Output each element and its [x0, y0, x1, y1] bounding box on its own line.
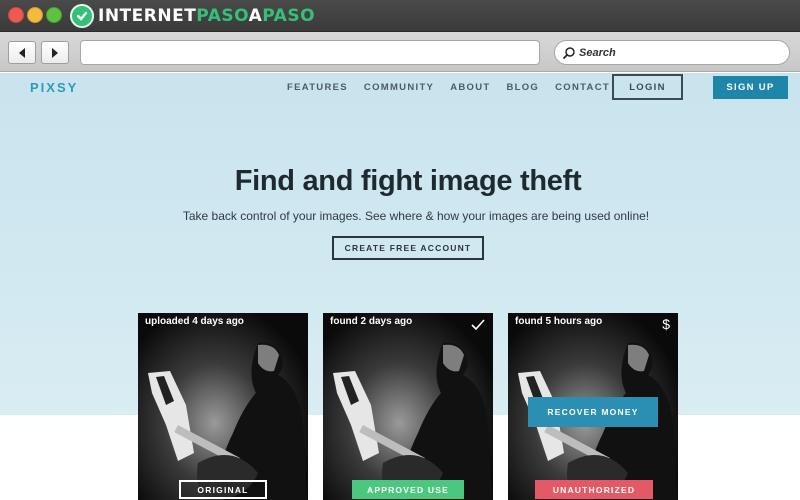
- guitarist-photo: [323, 313, 493, 500]
- card-caption: found 2 days ago: [330, 316, 413, 327]
- card-caption: uploaded 4 days ago: [145, 316, 244, 327]
- login-button[interactable]: LOGIN: [612, 74, 683, 100]
- approved-use-tag: APPROVED USE: [352, 480, 464, 499]
- nav-community[interactable]: COMMUNITY: [364, 82, 434, 93]
- hero-subtitle: Take back control of your images. See wh…: [182, 209, 650, 223]
- main-nav: FEATURES COMMUNITY ABOUT BLOG CONTACT: [287, 82, 626, 93]
- close-window-button[interactable]: [8, 7, 24, 23]
- checkmark-icon: [471, 319, 485, 331]
- image-card-original[interactable]: uploaded 4 days ago ORIGINAL: [138, 313, 308, 500]
- nav-features[interactable]: FEATURES: [287, 82, 348, 93]
- window-titlebar: INTERNETPASOAPASO: [0, 0, 800, 32]
- back-button[interactable]: [8, 41, 36, 64]
- unauthorized-tag: UNAUTHORIZED: [535, 480, 653, 499]
- recover-money-button[interactable]: RECOVER MONEY: [528, 397, 658, 427]
- brand-part-internet: INTERNET: [98, 6, 197, 26]
- address-bar[interactable]: [80, 40, 540, 65]
- card-caption: found 5 hours ago: [515, 316, 603, 327]
- nav-contact[interactable]: CONTACT: [555, 82, 610, 93]
- signup-button[interactable]: SIGN UP: [713, 76, 788, 99]
- brand-part-paso: PASO: [196, 6, 249, 26]
- internetpasoapaso-logo: INTERNETPASOAPASO: [70, 3, 315, 29]
- hero-title: Find and fight image theft: [234, 165, 582, 197]
- nav-about[interactable]: ABOUT: [450, 82, 490, 93]
- brand-badge-icon: [70, 4, 94, 28]
- search-placeholder: Search: [579, 46, 616, 59]
- arrow-right-icon: [52, 47, 58, 58]
- browser-toolbar: Search: [0, 32, 800, 72]
- dollar-icon: $: [662, 316, 670, 332]
- brand-part-a: A: [248, 6, 263, 26]
- minimize-window-button[interactable]: [27, 7, 43, 23]
- nav-blog[interactable]: BLOG: [506, 82, 539, 93]
- guitarist-photo: [138, 313, 308, 500]
- search-icon: [563, 46, 575, 59]
- image-card-unauthorized[interactable]: found 5 hours ago $ RECOVER MONEY UNAUTH…: [508, 313, 678, 500]
- forward-button[interactable]: [41, 41, 69, 64]
- brand-wordmark: INTERNETPASOAPASO: [98, 6, 315, 26]
- image-card-approved[interactable]: found 2 days ago APPROVED USE: [323, 313, 493, 500]
- original-tag: ORIGINAL: [179, 480, 267, 499]
- pixsy-homepage: PIXSY FEATURES COMMUNITY ABOUT BLOG CONT…: [0, 73, 800, 500]
- arrow-left-icon: [19, 47, 25, 58]
- create-account-button[interactable]: CREATE FREE ACCOUNT: [332, 236, 484, 260]
- zoom-window-button[interactable]: [46, 7, 62, 23]
- browser-search-field[interactable]: Search: [554, 40, 790, 65]
- pixsy-logo[interactable]: PIXSY: [30, 80, 78, 95]
- brand-part-paso-2: PASO: [262, 6, 316, 26]
